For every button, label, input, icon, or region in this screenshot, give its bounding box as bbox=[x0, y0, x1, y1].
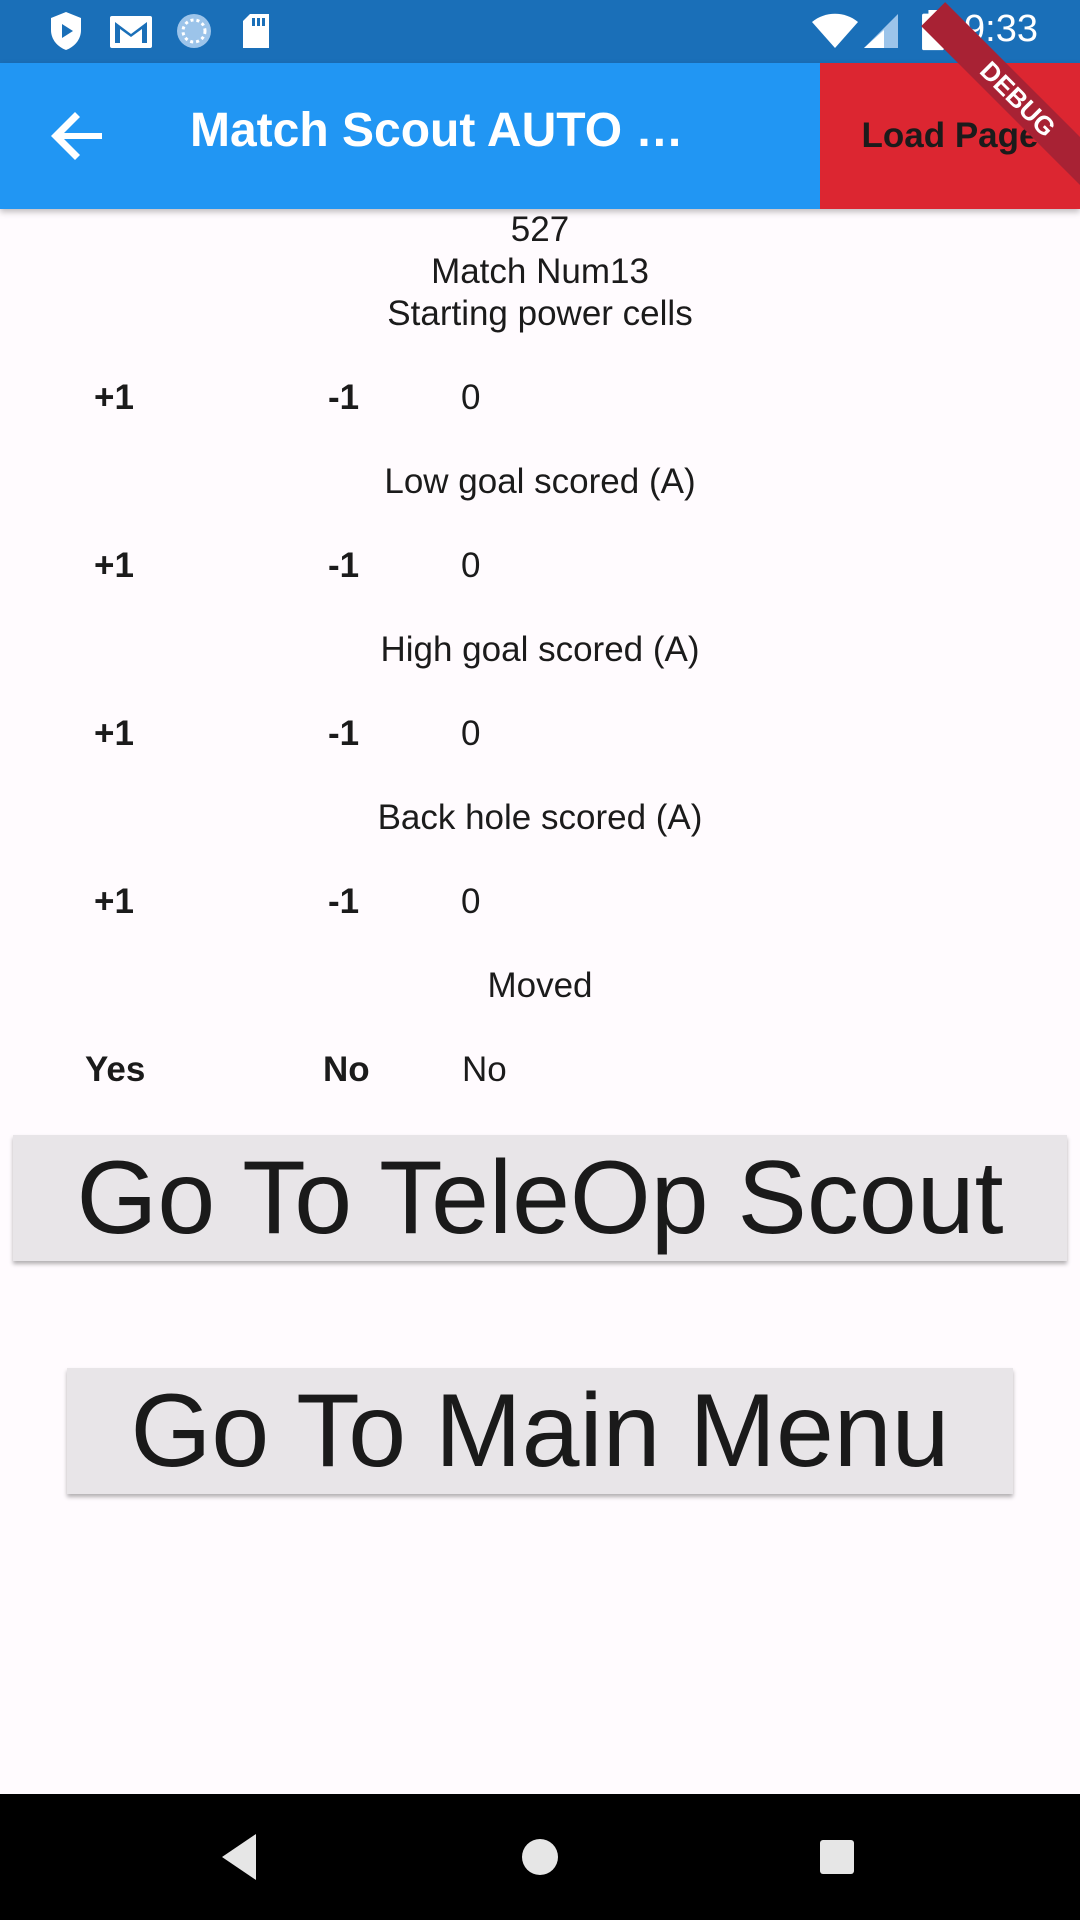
wifi-icon bbox=[812, 13, 858, 48]
high-goal-plus-button[interactable]: +1 bbox=[94, 714, 134, 754]
nav-home-icon[interactable] bbox=[507, 1824, 573, 1890]
moved-no-button[interactable]: No bbox=[323, 1050, 370, 1090]
load-page-button[interactable]: Load Page bbox=[820, 63, 1080, 209]
low-goal-value: 0 bbox=[461, 546, 481, 585]
high-goal-value: 0 bbox=[461, 714, 481, 753]
back-hole-label: Back hole scored (A) bbox=[377, 798, 703, 837]
battery-icon bbox=[922, 10, 944, 51]
signal-icon bbox=[864, 14, 898, 48]
nav-back-icon[interactable] bbox=[208, 1824, 274, 1890]
moved-yes-button[interactable]: Yes bbox=[85, 1050, 145, 1090]
match-number: Match Num13 bbox=[431, 252, 649, 291]
go-to-teleop-button[interactable]: Go To TeleOp Scout bbox=[13, 1135, 1067, 1261]
page-title: Match Scout AUTO … bbox=[190, 104, 684, 157]
app-bar: Match Scout AUTO … Load Page bbox=[0, 63, 1080, 209]
high-goal-minus-button[interactable]: -1 bbox=[328, 714, 359, 754]
gmail-icon bbox=[110, 16, 152, 48]
back-hole-value: 0 bbox=[461, 882, 481, 921]
high-goal-label: High goal scored (A) bbox=[380, 630, 700, 669]
moved-value: No bbox=[462, 1050, 507, 1089]
starting-cells-minus-button[interactable]: -1 bbox=[328, 378, 359, 418]
starting-cells-value: 0 bbox=[461, 378, 481, 417]
sync-icon bbox=[177, 14, 211, 48]
status-bar: 9:33 bbox=[0, 0, 1080, 63]
go-to-main-menu-button[interactable]: Go To Main Menu bbox=[67, 1368, 1013, 1494]
starting-cells-plus-button[interactable]: +1 bbox=[94, 378, 134, 418]
low-goal-label: Low goal scored (A) bbox=[384, 462, 696, 501]
nav-recents-icon[interactable] bbox=[804, 1824, 870, 1890]
navigation-bar bbox=[0, 1794, 1080, 1920]
starting-power-cells-label: Starting power cells bbox=[387, 294, 693, 333]
back-hole-plus-button[interactable]: +1 bbox=[94, 882, 134, 922]
team-number: 527 bbox=[510, 210, 570, 249]
sd-card-icon bbox=[243, 14, 269, 48]
status-time: 9:33 bbox=[964, 8, 1038, 50]
back-arrow-icon[interactable] bbox=[40, 98, 116, 174]
low-goal-minus-button[interactable]: -1 bbox=[328, 546, 359, 586]
play-protect-icon bbox=[51, 12, 81, 50]
back-hole-minus-button[interactable]: -1 bbox=[328, 882, 359, 922]
moved-label: Moved bbox=[487, 966, 593, 1005]
low-goal-plus-button[interactable]: +1 bbox=[94, 546, 134, 586]
